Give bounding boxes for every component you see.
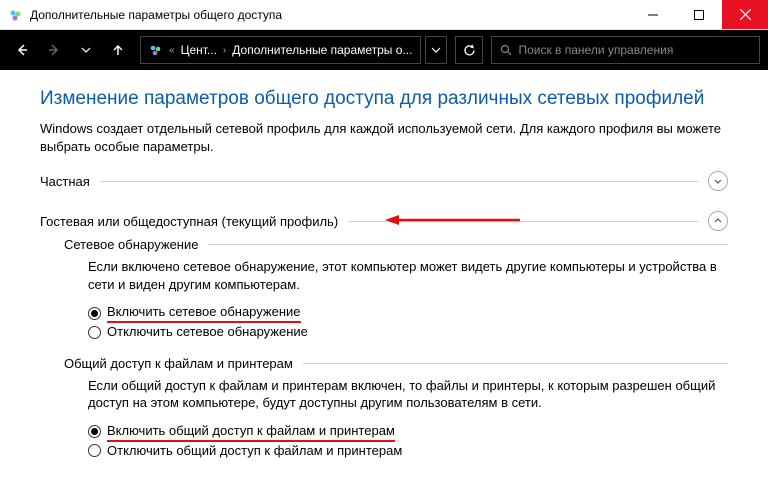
search-placeholder: Поиск в панели управления — [518, 43, 673, 57]
radio-discovery-on[interactable]: Включить сетевое обнаружение — [88, 303, 728, 323]
page-description: Windows создает отдельный сетевой профил… — [40, 120, 728, 155]
subsection-description: Если общий доступ к файлам и принтерам в… — [88, 377, 728, 412]
section-label: Частная — [40, 174, 90, 189]
radio-sharing-on[interactable]: Включить общий доступ к файлам и принтер… — [88, 422, 728, 442]
up-button[interactable] — [104, 36, 132, 64]
titlebar: Дополнительные параметры общего доступа — [0, 0, 768, 30]
search-input[interactable]: Поиск в панели управления — [491, 36, 760, 64]
network-icon — [149, 43, 163, 57]
back-button[interactable] — [8, 36, 36, 64]
radio-label: Отключить общий доступ к файлам и принте… — [107, 442, 402, 460]
subsection-file-printer-sharing: Общий доступ к файлам и принтерам — [64, 356, 728, 371]
chevron-up-icon[interactable] — [708, 211, 728, 231]
section-guest-public[interactable]: Гостевая или общедоступная (текущий проф… — [40, 211, 728, 231]
subsection-description: Если включено сетевое обнаружение, этот … — [88, 258, 728, 293]
radio-icon — [88, 326, 101, 339]
address-bar[interactable]: « Цент... › Дополнительные параметры о..… — [140, 36, 421, 64]
breadcrumb-item[interactable]: Цент... — [181, 43, 217, 57]
page-title: Изменение параметров общего доступа для … — [40, 88, 728, 110]
maximize-button[interactable] — [676, 0, 722, 29]
close-button[interactable] — [722, 0, 768, 29]
subsection-network-discovery: Сетевое обнаружение — [64, 237, 728, 252]
radio-label: Включить сетевое обнаружение — [107, 303, 301, 323]
search-icon — [500, 44, 512, 56]
minimize-button[interactable] — [630, 0, 676, 29]
toolbar: « Цент... › Дополнительные параметры о..… — [0, 30, 768, 70]
radio-label: Отключить сетевое обнаружение — [107, 323, 308, 341]
forward-button[interactable] — [40, 36, 68, 64]
window-title: Дополнительные параметры общего доступа — [30, 8, 630, 22]
radio-discovery-off[interactable]: Отключить сетевое обнаружение — [88, 323, 728, 341]
chevron-down-icon[interactable] — [708, 171, 728, 191]
annotation-arrow-icon — [385, 213, 525, 227]
dropdown-button[interactable] — [425, 36, 447, 64]
refresh-button[interactable] — [455, 36, 483, 64]
radio-icon — [88, 425, 101, 438]
breadcrumb-item[interactable]: Дополнительные параметры о... — [232, 43, 412, 57]
radio-icon — [88, 444, 101, 457]
radio-icon — [88, 307, 101, 320]
recent-button[interactable] — [72, 36, 100, 64]
window-icon — [8, 7, 24, 23]
chevron-right-icon: « — [169, 45, 175, 56]
chevron-right-icon: › — [223, 45, 226, 56]
radio-sharing-off[interactable]: Отключить общий доступ к файлам и принте… — [88, 442, 728, 460]
radio-label: Включить общий доступ к файлам и принтер… — [107, 422, 395, 442]
content-area: Изменение параметров общего доступа для … — [0, 70, 768, 484]
section-label: Гостевая или общедоступная (текущий проф… — [40, 214, 338, 229]
section-private[interactable]: Частная — [40, 171, 728, 191]
